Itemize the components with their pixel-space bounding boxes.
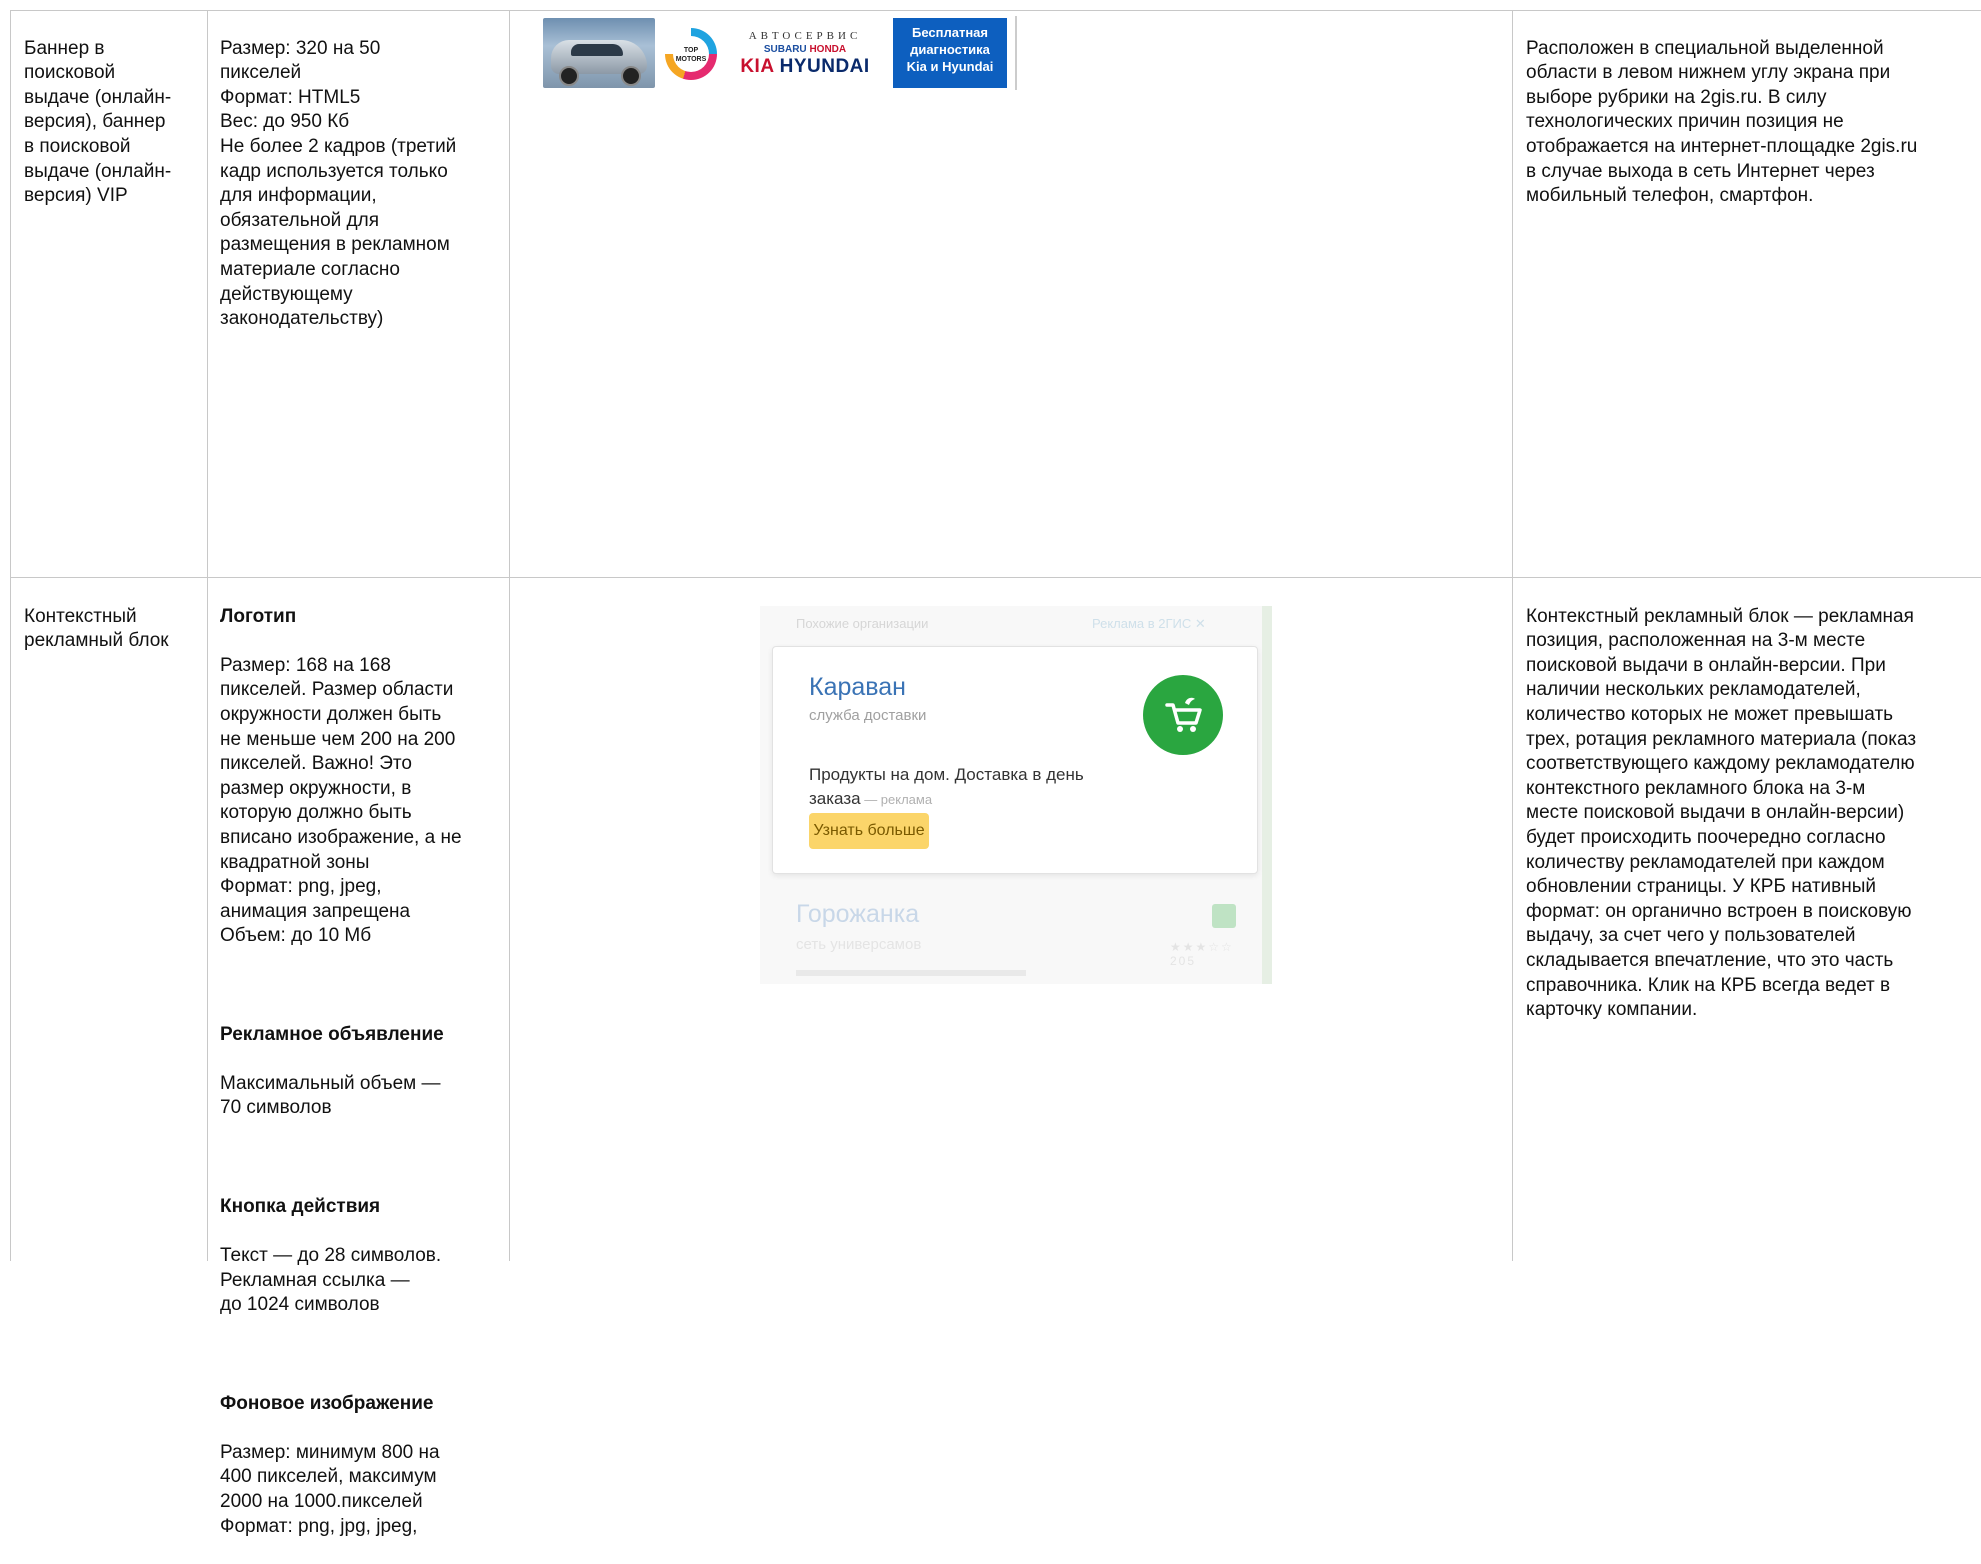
brand-line-2: SUBARU HONDA <box>763 44 847 55</box>
format-description-cell: Контекстный рекламный блок — рекламная п… <box>1526 580 1976 1047</box>
brand-line-1: АВТОСЕРВИС <box>748 30 862 42</box>
column-divider <box>207 10 208 1261</box>
company-name: Караван <box>809 673 906 701</box>
spec-section-title: Логотип <box>220 605 297 627</box>
promo-text: Бесплатная диагностика Kia и Hyundai <box>893 18 1007 88</box>
table-border-top <box>10 10 1981 11</box>
ad-text: Продукты на дом. Доставка в день заказа … <box>809 765 1084 808</box>
spec-section-title: Фоновое изображение <box>220 1392 434 1414</box>
brand-line-3: KIA HYUNDAI <box>740 56 870 77</box>
shopping-cart-logo-icon <box>1143 675 1223 755</box>
next-company-name: Горожанка <box>796 900 920 928</box>
similar-orgs-label: Похожие организации <box>796 616 929 631</box>
row-divider <box>10 577 1981 578</box>
banner-example: TOP MOTORS АВТОСЕРВИС SUBARU HONDA KIA H… <box>543 16 1017 90</box>
top-motors-text: TOP MOTORS <box>673 36 709 72</box>
context-ad-block-example: Похожие организации Реклама в 2ГИС ✕ Кар… <box>760 606 1272 984</box>
company-category: служба доставки <box>809 707 927 724</box>
next-company-cart-icon <box>1212 904 1236 928</box>
column-divider <box>1512 10 1513 1261</box>
autoservice-brands: АВТОСЕРВИС SUBARU HONDA KIA HYUNDAI <box>727 30 883 78</box>
ad-in-2gis-label: Реклама в 2ГИС ✕ <box>1092 616 1206 631</box>
next-company-rating: ★★★☆☆ 205 <box>1170 940 1234 968</box>
table-border-left <box>10 10 11 1261</box>
spec-section-text: Размер: 168 на 168 пикселей. Размер обла… <box>220 654 462 947</box>
format-name: Контекстный рекламный блок <box>24 605 169 652</box>
spec-section-title: Кнопка действия <box>220 1195 381 1217</box>
format-name: Баннер в поисковой выдаче (онлайн- верси… <box>24 37 172 207</box>
format-name-cell: Контекстный рекламный блок <box>24 580 204 678</box>
spec-section-text: Текст — до 28 символов. Рекламная ссылка… <box>220 1245 442 1316</box>
top-motors-logo: TOP MOTORS <box>665 28 717 80</box>
learn-more-button: Узнать больше <box>809 813 929 849</box>
format-description: Контекстный рекламный блок — рекламная п… <box>1526 605 1917 1021</box>
format-description: Расположен в специальной выделенной обла… <box>1526 37 1918 207</box>
spec-section-text: Размер: минимум 800 на 400 пикселей, мак… <box>220 1441 440 1537</box>
next-company-snippet <box>796 970 1026 976</box>
spec-section-title: Рекламное объявление <box>220 1023 444 1045</box>
ad-card: Караван служба доставки Продукты на дом.… <box>772 646 1258 874</box>
format-description-cell: Расположен в специальной выделенной обла… <box>1526 12 1976 233</box>
car-image <box>543 18 655 88</box>
format-name-cell: Баннер в поисковой выдаче (онлайн- верси… <box>24 12 204 233</box>
next-company-category: сеть универсамов <box>796 936 922 953</box>
column-divider <box>509 10 510 1261</box>
format-spec-cell: Размер: 320 на 50 пикселей Формат: HTML5… <box>220 12 505 356</box>
ad-formats-table: Баннер в поисковой выдаче (онлайн- верси… <box>0 0 1981 1537</box>
map-edge <box>1262 606 1272 984</box>
format-spec: Размер: 320 на 50 пикселей Формат: HTML5… <box>220 37 457 330</box>
spec-section-text: Максимальный объем — 70 символов <box>220 1072 441 1119</box>
ad-label: — реклама <box>860 792 933 807</box>
format-spec-cell: Логотип Размер: 168 на 168 пикселей. Раз… <box>220 580 505 1564</box>
